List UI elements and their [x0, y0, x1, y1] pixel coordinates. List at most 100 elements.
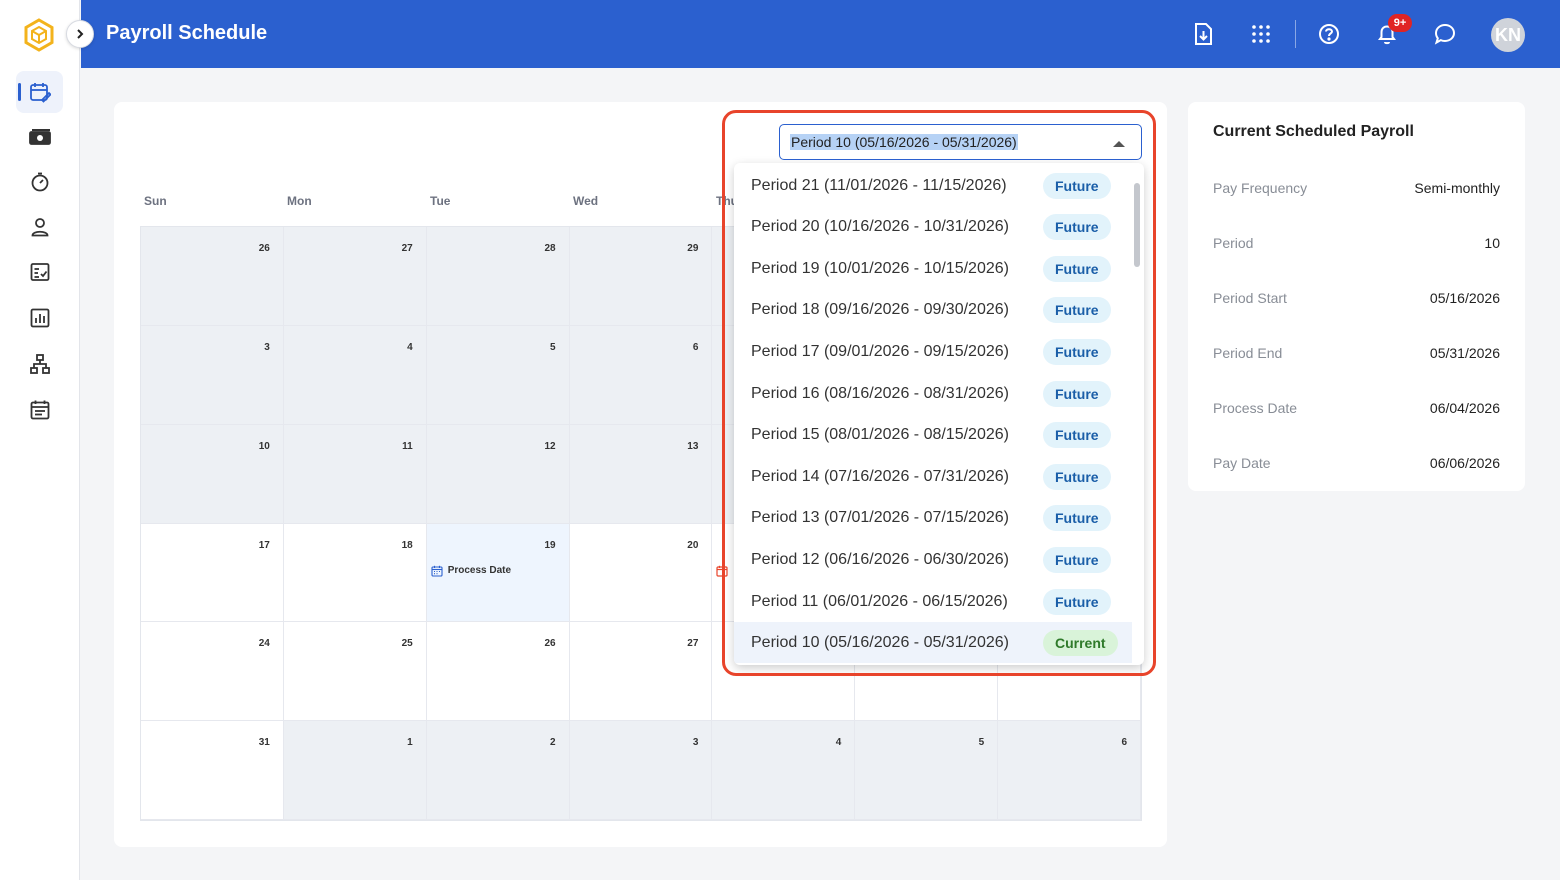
calendar-icon [431, 565, 443, 577]
status-badge: Future [1043, 504, 1111, 531]
checklist-icon [30, 263, 49, 281]
option-label: Period 17 (09/01/2026 - 09/15/2026) [751, 342, 1009, 360]
day-number: 29 [687, 243, 699, 254]
calendar-day[interactable]: 18 [283, 523, 427, 623]
calendar-day[interactable]: 3 [569, 721, 713, 820]
summary-label: Process Date [1213, 400, 1298, 416]
status-badge: Future [1043, 380, 1111, 407]
day-number: 28 [544, 243, 556, 254]
notification-badge: 9+ [1388, 14, 1412, 32]
help-icon [1319, 24, 1339, 44]
sidebar-item-organization[interactable] [16, 343, 63, 385]
bar-chart-icon [30, 308, 49, 328]
period-option[interactable]: Period 16 (08/16/2026 - 08/31/2026) Futu… [734, 373, 1132, 414]
period-option[interactable]: Period 15 (08/01/2026 - 08/15/2026) Futu… [734, 414, 1132, 455]
period-option[interactable]: Period 21 (11/01/2026 - 11/15/2026) Futu… [734, 165, 1132, 206]
period-select[interactable]: Period 10 (05/16/2026 - 05/31/2026) [779, 124, 1142, 160]
calendar-event-icon [716, 565, 729, 577]
weekday-mon: Mon [287, 194, 312, 208]
calendar-day[interactable]: 27 [283, 227, 427, 326]
sidebar-item-payroll-schedule[interactable] [16, 71, 63, 113]
money-icon [28, 129, 51, 145]
sidebar-item-payments[interactable] [16, 116, 63, 158]
dropdown-scrollbar[interactable] [1134, 183, 1140, 267]
summary-value: Semi-monthly [1414, 180, 1500, 196]
chat-button[interactable] [1431, 20, 1459, 48]
period-option[interactable]: Period 13 (07/01/2026 - 07/15/2026) Futu… [734, 497, 1132, 538]
period-option-selected[interactable]: Period 10 (05/16/2026 - 05/31/2026) Curr… [734, 622, 1132, 663]
header-divider [1295, 20, 1296, 48]
event-label: Process Date [447, 565, 512, 576]
day-number: 17 [258, 539, 270, 551]
calendar-day[interactable]: 6 [569, 325, 713, 425]
calendar-day[interactable]: 1 [283, 721, 427, 820]
status-badge: Current [1043, 629, 1118, 656]
calendar-day-process-date[interactable]: 19 Process Date [426, 523, 570, 623]
day-number: 26 [544, 638, 556, 650]
period-option[interactable]: Period 17 (09/01/2026 - 09/15/2026) Futu… [734, 331, 1132, 372]
day-number: 31 [258, 737, 270, 749]
calendar-day[interactable]: 2 [426, 721, 570, 820]
sidebar-item-tasks[interactable] [16, 251, 63, 293]
download-button[interactable] [1189, 20, 1217, 48]
calendar-day[interactable]: 31 [141, 721, 284, 820]
calendar-day[interactable]: 24 [141, 622, 284, 722]
user-avatar[interactable]: KN [1491, 18, 1525, 52]
period-option[interactable]: Period 19 (10/01/2026 - 10/15/2026) Futu… [734, 248, 1132, 289]
app-logo-icon[interactable] [23, 18, 55, 52]
help-button[interactable] [1315, 20, 1343, 48]
weekday-tue: Tue [430, 194, 451, 208]
day-number: 3 [692, 737, 699, 749]
calendar-day[interactable]: 26 [141, 227, 284, 326]
org-chart-icon [29, 354, 50, 374]
day-number: 13 [687, 440, 699, 452]
summary-label: Period [1213, 235, 1254, 251]
day-number: 20 [687, 539, 699, 551]
left-rail [0, 0, 80, 880]
calendar-day[interactable]: 29 [569, 227, 713, 326]
sidebar-item-people[interactable] [16, 206, 63, 248]
calendar-day[interactable]: 5 [855, 721, 999, 820]
calendar-day[interactable]: 5 [426, 325, 570, 425]
calendar-day[interactable]: 17 [141, 523, 284, 623]
calendar-day[interactable]: 3 [141, 325, 284, 425]
option-label: Period 14 (07/16/2026 - 07/31/2026) [751, 467, 1009, 485]
expand-sidebar-button[interactable] [66, 20, 94, 48]
summary-value: 05/31/2026 [1429, 345, 1500, 361]
day-number: 4 [835, 737, 842, 749]
caret-up-icon [1113, 141, 1125, 147]
sidebar-item-time[interactable] [16, 161, 63, 203]
calendar-day[interactable]: 26 [426, 622, 570, 722]
calendar-day[interactable]: 13 [569, 424, 713, 524]
status-badge: Future [1043, 172, 1111, 199]
calendar-day[interactable]: 11 [283, 424, 427, 524]
day-number: 10 [258, 440, 270, 452]
calendar-edit-icon [29, 83, 51, 103]
day-number: 24 [258, 638, 270, 650]
sidebar-item-reports[interactable] [16, 297, 63, 339]
calendar-day[interactable]: 27 [569, 622, 713, 722]
day-number: 3 [264, 341, 270, 353]
calendar-day[interactable]: 28 [426, 227, 570, 326]
calendar-day[interactable]: 6 [998, 721, 1141, 820]
calendar-day[interactable]: 10 [141, 424, 284, 524]
process-date-event[interactable]: Process Date [431, 565, 511, 577]
weekday-wed: Wed [573, 194, 599, 208]
apps-button[interactable] [1247, 20, 1275, 48]
summary-row-pay-date: Pay Date 06/06/2026 [1213, 455, 1500, 471]
calendar-day[interactable]: 20 [569, 523, 713, 623]
sidebar-item-schedule[interactable] [16, 389, 63, 431]
option-label: Period 12 (06/16/2026 - 06/30/2026) [751, 550, 1009, 568]
period-option[interactable]: Period 11 (06/01/2026 - 06/15/2026) Futu… [734, 581, 1132, 622]
day-number: 27 [401, 243, 413, 254]
period-option[interactable]: Period 12 (06/16/2026 - 06/30/2026) Futu… [734, 539, 1132, 580]
period-option[interactable]: Period 20 (10/16/2026 - 10/31/2026) Futu… [734, 206, 1132, 247]
calendar-day[interactable]: 12 [426, 424, 570, 524]
calendar-day[interactable]: 4 [283, 325, 427, 425]
period-option[interactable]: Period 18 (09/16/2026 - 09/30/2026) Futu… [734, 289, 1132, 330]
calendar-day[interactable]: 25 [283, 622, 427, 722]
day-number: 12 [544, 440, 556, 452]
calendar-day[interactable]: 4 [712, 721, 856, 820]
summary-title: Current Scheduled Payroll [1213, 123, 1414, 140]
period-option[interactable]: Period 14 (07/16/2026 - 07/31/2026) Futu… [734, 456, 1132, 497]
